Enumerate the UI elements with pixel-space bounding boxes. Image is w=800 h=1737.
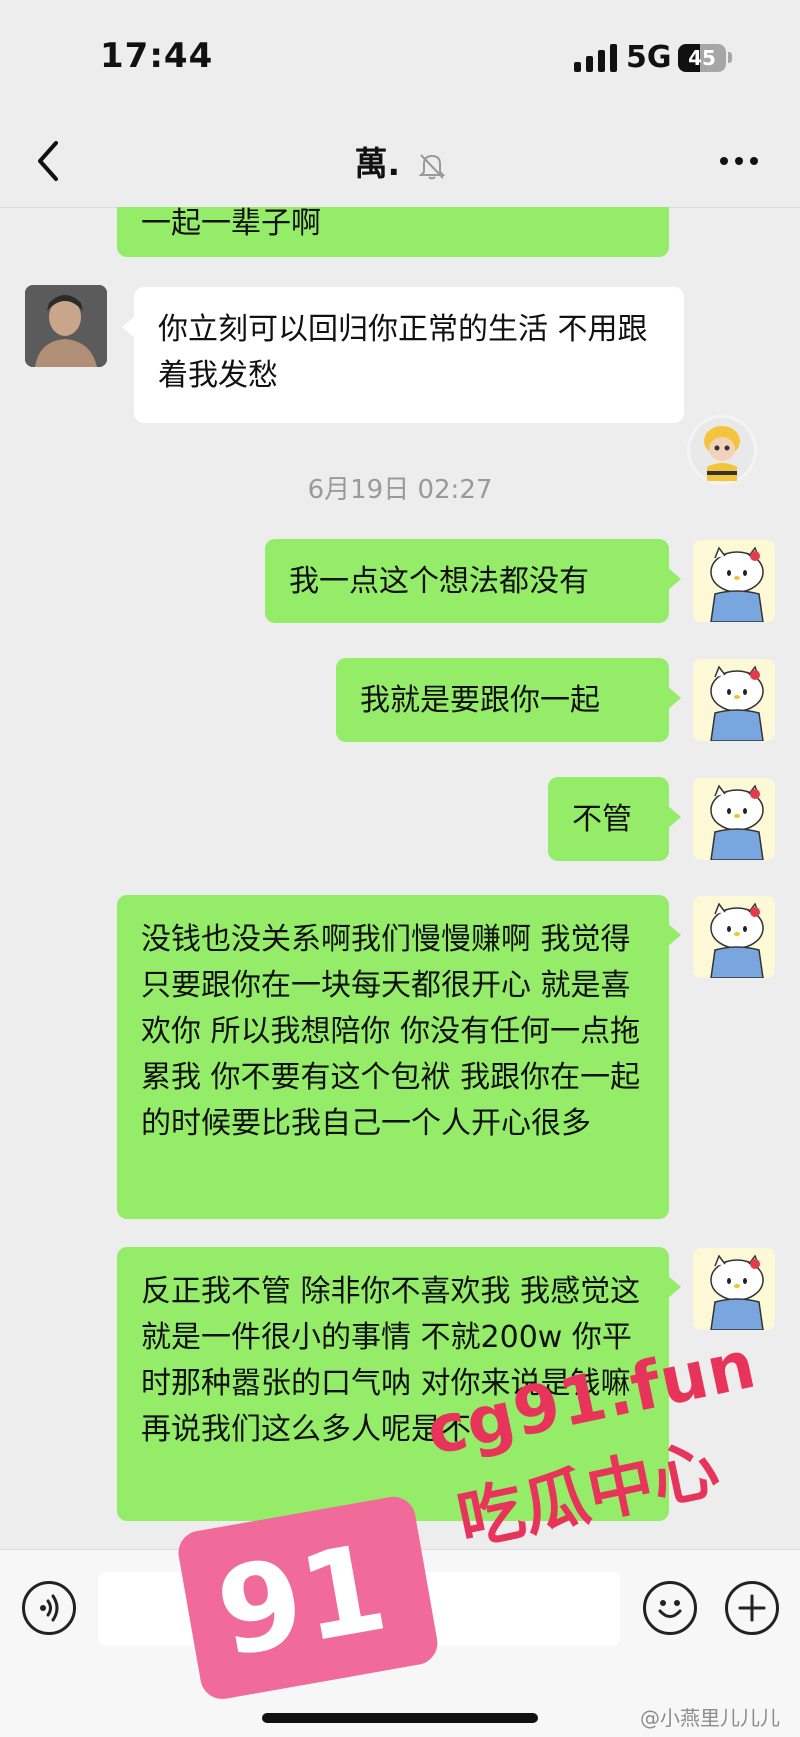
status-bar: 17:44 5G 45 [0,0,800,115]
chat-header: 萬. [0,115,800,208]
watermark-logo-text: 91 [207,1518,397,1685]
mute-bell-icon [418,153,445,179]
person-photo [25,285,107,367]
friend-avatar[interactable] [25,285,107,367]
emoji-button[interactable] [643,1581,697,1635]
chat-title: 萬. [354,144,401,183]
battery-icon: 45 [678,44,726,72]
battery-level: 45 [688,46,716,70]
kitty-avatar-icon [693,896,775,978]
kitty-avatar-icon [693,659,775,741]
my-avatar[interactable] [693,896,775,978]
message-text: 一起一辈子啊 [141,207,321,241]
message-text: 我一点这个想法都没有 [289,564,589,599]
signal-icon [574,44,617,72]
battery-tip [728,52,732,63]
chat-title-wrap: 萬. [0,137,800,185]
kitty-avatar-icon [693,778,775,860]
more-button[interactable] [720,143,770,179]
my-avatar[interactable] [693,540,775,622]
message-text: 没钱也没关系啊我们慢慢赚啊 我觉得只要跟你在一块每天都很开心 就是喜欢你 所以我… [141,922,641,1141]
kitty-avatar-icon [693,540,775,622]
message-bubble-received[interactable]: 你立刻可以回归你正常的生活 不用跟着我发愁 [122,287,684,423]
more-dots-icon [720,157,758,165]
emoji-icon [658,1600,682,1618]
message-timestamp: 6月19日 02:27 [307,475,493,505]
voice-button[interactable] [22,1581,76,1635]
my-avatar[interactable] [693,659,775,741]
network-type: 5G [626,40,672,75]
voice-icon [40,1594,59,1622]
my-avatar[interactable] [693,778,775,860]
my-avatar[interactable] [693,1248,775,1330]
message-text: 不管 [572,802,632,837]
message-bubble-sent[interactable]: 我就是要跟你一起 [336,658,681,742]
home-indicator[interactable] [262,1713,538,1723]
message-bubble-sent[interactable]: 没钱也没关系啊我们慢慢赚啊 我觉得只要跟你在一块每天都很开心 就是喜欢你 所以我… [117,895,681,1219]
message-text: 你立刻可以回归你正常的生活 不用跟着我发愁 [158,312,648,393]
plus-icon [738,1594,766,1622]
plus-button[interactable] [725,1581,779,1635]
message-text: 我就是要跟你一起 [360,683,600,718]
message-bubble-sent[interactable]: 不管 [548,777,681,861]
watermark-username: @小燕里儿儿儿 [640,1706,780,1730]
message-bubble-sent[interactable]: 我一点这个想法都没有 [265,539,681,623]
status-time: 17:44 [100,36,214,76]
kitty-avatar-icon [693,1248,775,1330]
message-bubble-sent[interactable]: 一起一辈子啊 [117,207,669,257]
